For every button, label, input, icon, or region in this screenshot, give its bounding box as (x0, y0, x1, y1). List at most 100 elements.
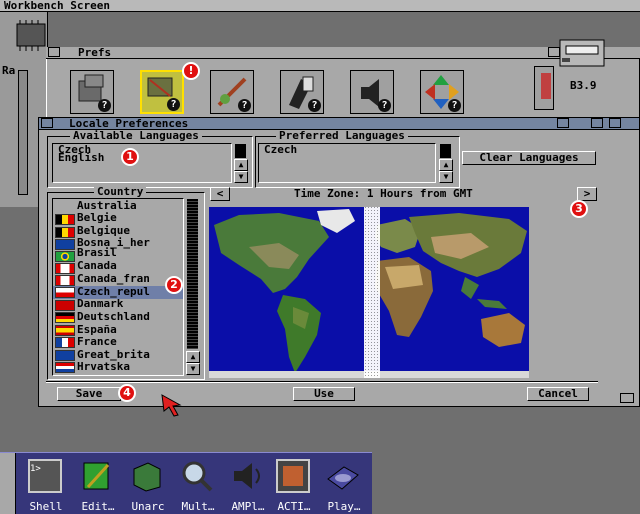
preferred-languages-label: Preferred Languages (276, 130, 408, 142)
resize-handle-icon[interactable] (620, 393, 634, 403)
annotation-badge: 3 (570, 200, 588, 218)
screen-title-bar[interactable]: Workbench Screen (0, 0, 640, 12)
disk-label: B3.9 (570, 79, 597, 92)
scroll-up-icon[interactable]: ▲ (439, 159, 453, 171)
iconify-icon[interactable] (557, 118, 569, 128)
annotation-badge: 2 (165, 276, 183, 294)
list-item[interactable]: Brasil (77, 247, 117, 259)
archive-icon (130, 459, 164, 493)
disk-icon[interactable] (556, 34, 608, 74)
prefs-icon-palette[interactable]: ? (210, 70, 254, 114)
annotation-badge: ! (182, 62, 200, 80)
list-item[interactable]: Czech (259, 144, 435, 157)
scroll-down-icon[interactable]: ▼ (439, 171, 453, 183)
list-item[interactable]: Canada_fran (77, 273, 150, 285)
list-item[interactable]: France (77, 336, 117, 348)
dock-item-editor[interactable]: Edit… (74, 457, 118, 513)
cd-player-icon (326, 459, 360, 493)
dock-item-amplifier[interactable]: AMPl… (224, 457, 268, 513)
available-languages-list[interactable]: Czech English (52, 143, 232, 183)
help-icon: ? (238, 99, 251, 112)
ram-disk-icon[interactable] (14, 18, 48, 58)
depth-icon[interactable] (609, 118, 621, 128)
prefs-title-bar[interactable]: Prefs (46, 46, 640, 59)
notepad-icon (80, 459, 114, 493)
dock-item-shell[interactable]: 1> Shell (22, 457, 66, 513)
preferred-languages-list[interactable]: Czech (258, 143, 436, 183)
list-item[interactable]: English (53, 151, 231, 165)
dock-bar: 1> Shell Edit… Unarc Mult… AMPl… ACTI… P… (0, 452, 372, 514)
flag-icon (55, 251, 75, 262)
available-languages-label: Available Languages (70, 130, 202, 142)
annotation-badge: 4 (118, 384, 136, 402)
flag-icon (55, 362, 75, 373)
flag-icon (55, 300, 75, 311)
prefs-icon-printer[interactable]: ? (280, 70, 324, 114)
flag-icon (55, 337, 75, 348)
scroll-down-icon[interactable]: ▼ (234, 171, 248, 183)
dock-label: Mult… (181, 500, 215, 513)
prev-timezone-button[interactable]: < (210, 187, 230, 201)
list-item[interactable]: Hrvatska (77, 361, 130, 373)
dock-label: AMPl… (231, 500, 265, 513)
list-item[interactable]: Deutschland (77, 311, 150, 323)
prefs-icon-partial[interactable] (534, 66, 554, 110)
prefs-title: Prefs (78, 46, 112, 59)
world-map[interactable] (209, 207, 529, 378)
dock-handle[interactable] (0, 453, 16, 514)
prefs-icon-overscan[interactable]: ? (420, 70, 464, 114)
country-list[interactable]: Australia Belgie Belgique Bosna_i_her Br… (52, 198, 184, 376)
prefs-icon-input[interactable]: ? (70, 70, 114, 114)
scroll-knob[interactable] (440, 144, 451, 158)
flag-icon (55, 214, 75, 225)
close-icon[interactable] (41, 118, 53, 128)
screen-title: Workbench Screen (4, 0, 110, 12)
available-languages-scrollbar[interactable]: ▲ ▼ (233, 143, 249, 183)
help-icon: ? (308, 99, 321, 112)
dock-label: Play… (327, 500, 361, 513)
scroll-down-icon[interactable]: ▼ (186, 363, 200, 375)
flag-icon (55, 312, 75, 323)
prefs-icon-locale[interactable]: ? (140, 70, 184, 114)
flag-icon (55, 263, 75, 274)
help-icon: ? (167, 98, 180, 111)
preferred-languages-scrollbar[interactable]: ▲ ▼ (438, 143, 454, 183)
dock-label: Unarc (131, 500, 165, 513)
dock-label: ACTI… (277, 500, 311, 513)
dock-item-multiview[interactable]: Mult… (174, 457, 218, 513)
close-icon[interactable] (48, 47, 60, 57)
magnifier-icon (180, 459, 214, 493)
left-scrollbar[interactable] (18, 70, 28, 195)
dock-item-player[interactable]: Play… (320, 457, 364, 513)
help-icon: ? (378, 99, 391, 112)
dock-item-unarc[interactable]: Unarc (124, 457, 168, 513)
list-item[interactable]: Canada (77, 260, 117, 272)
next-timezone-button[interactable]: > (577, 187, 597, 201)
scroll-knob[interactable] (187, 199, 198, 349)
help-icon: ? (448, 99, 461, 112)
flag-icon (55, 325, 75, 336)
prefs-icon-sound[interactable]: ? (350, 70, 394, 114)
list-item[interactable]: Danmark (77, 298, 123, 310)
flag-icon (55, 239, 75, 250)
flag-icon (55, 275, 75, 286)
cancel-button[interactable]: Cancel (527, 387, 589, 401)
speaker-icon (230, 459, 264, 493)
flag-icon (55, 227, 75, 238)
clear-languages-button[interactable]: Clear Languages (462, 151, 596, 165)
dock-label: Edit… (81, 500, 115, 513)
scroll-up-icon[interactable]: ▲ (234, 159, 248, 171)
use-button[interactable]: Use (293, 387, 355, 401)
zoom-icon[interactable] (591, 118, 603, 128)
flag-icon (55, 287, 75, 298)
save-button[interactable]: Save (57, 387, 121, 401)
dock-item-actions[interactable]: ACTI… (270, 457, 314, 513)
list-item[interactable]: Belgie (77, 212, 117, 224)
scroll-knob[interactable] (235, 144, 246, 158)
ram-disk-label: Ra (2, 64, 16, 77)
scroll-up-icon[interactable]: ▲ (186, 351, 200, 363)
dock-label: Shell (29, 500, 63, 513)
film-icon (276, 459, 310, 493)
mouse-pointer-icon (160, 393, 184, 417)
country-scrollbar[interactable]: ▲ ▼ (185, 198, 201, 376)
